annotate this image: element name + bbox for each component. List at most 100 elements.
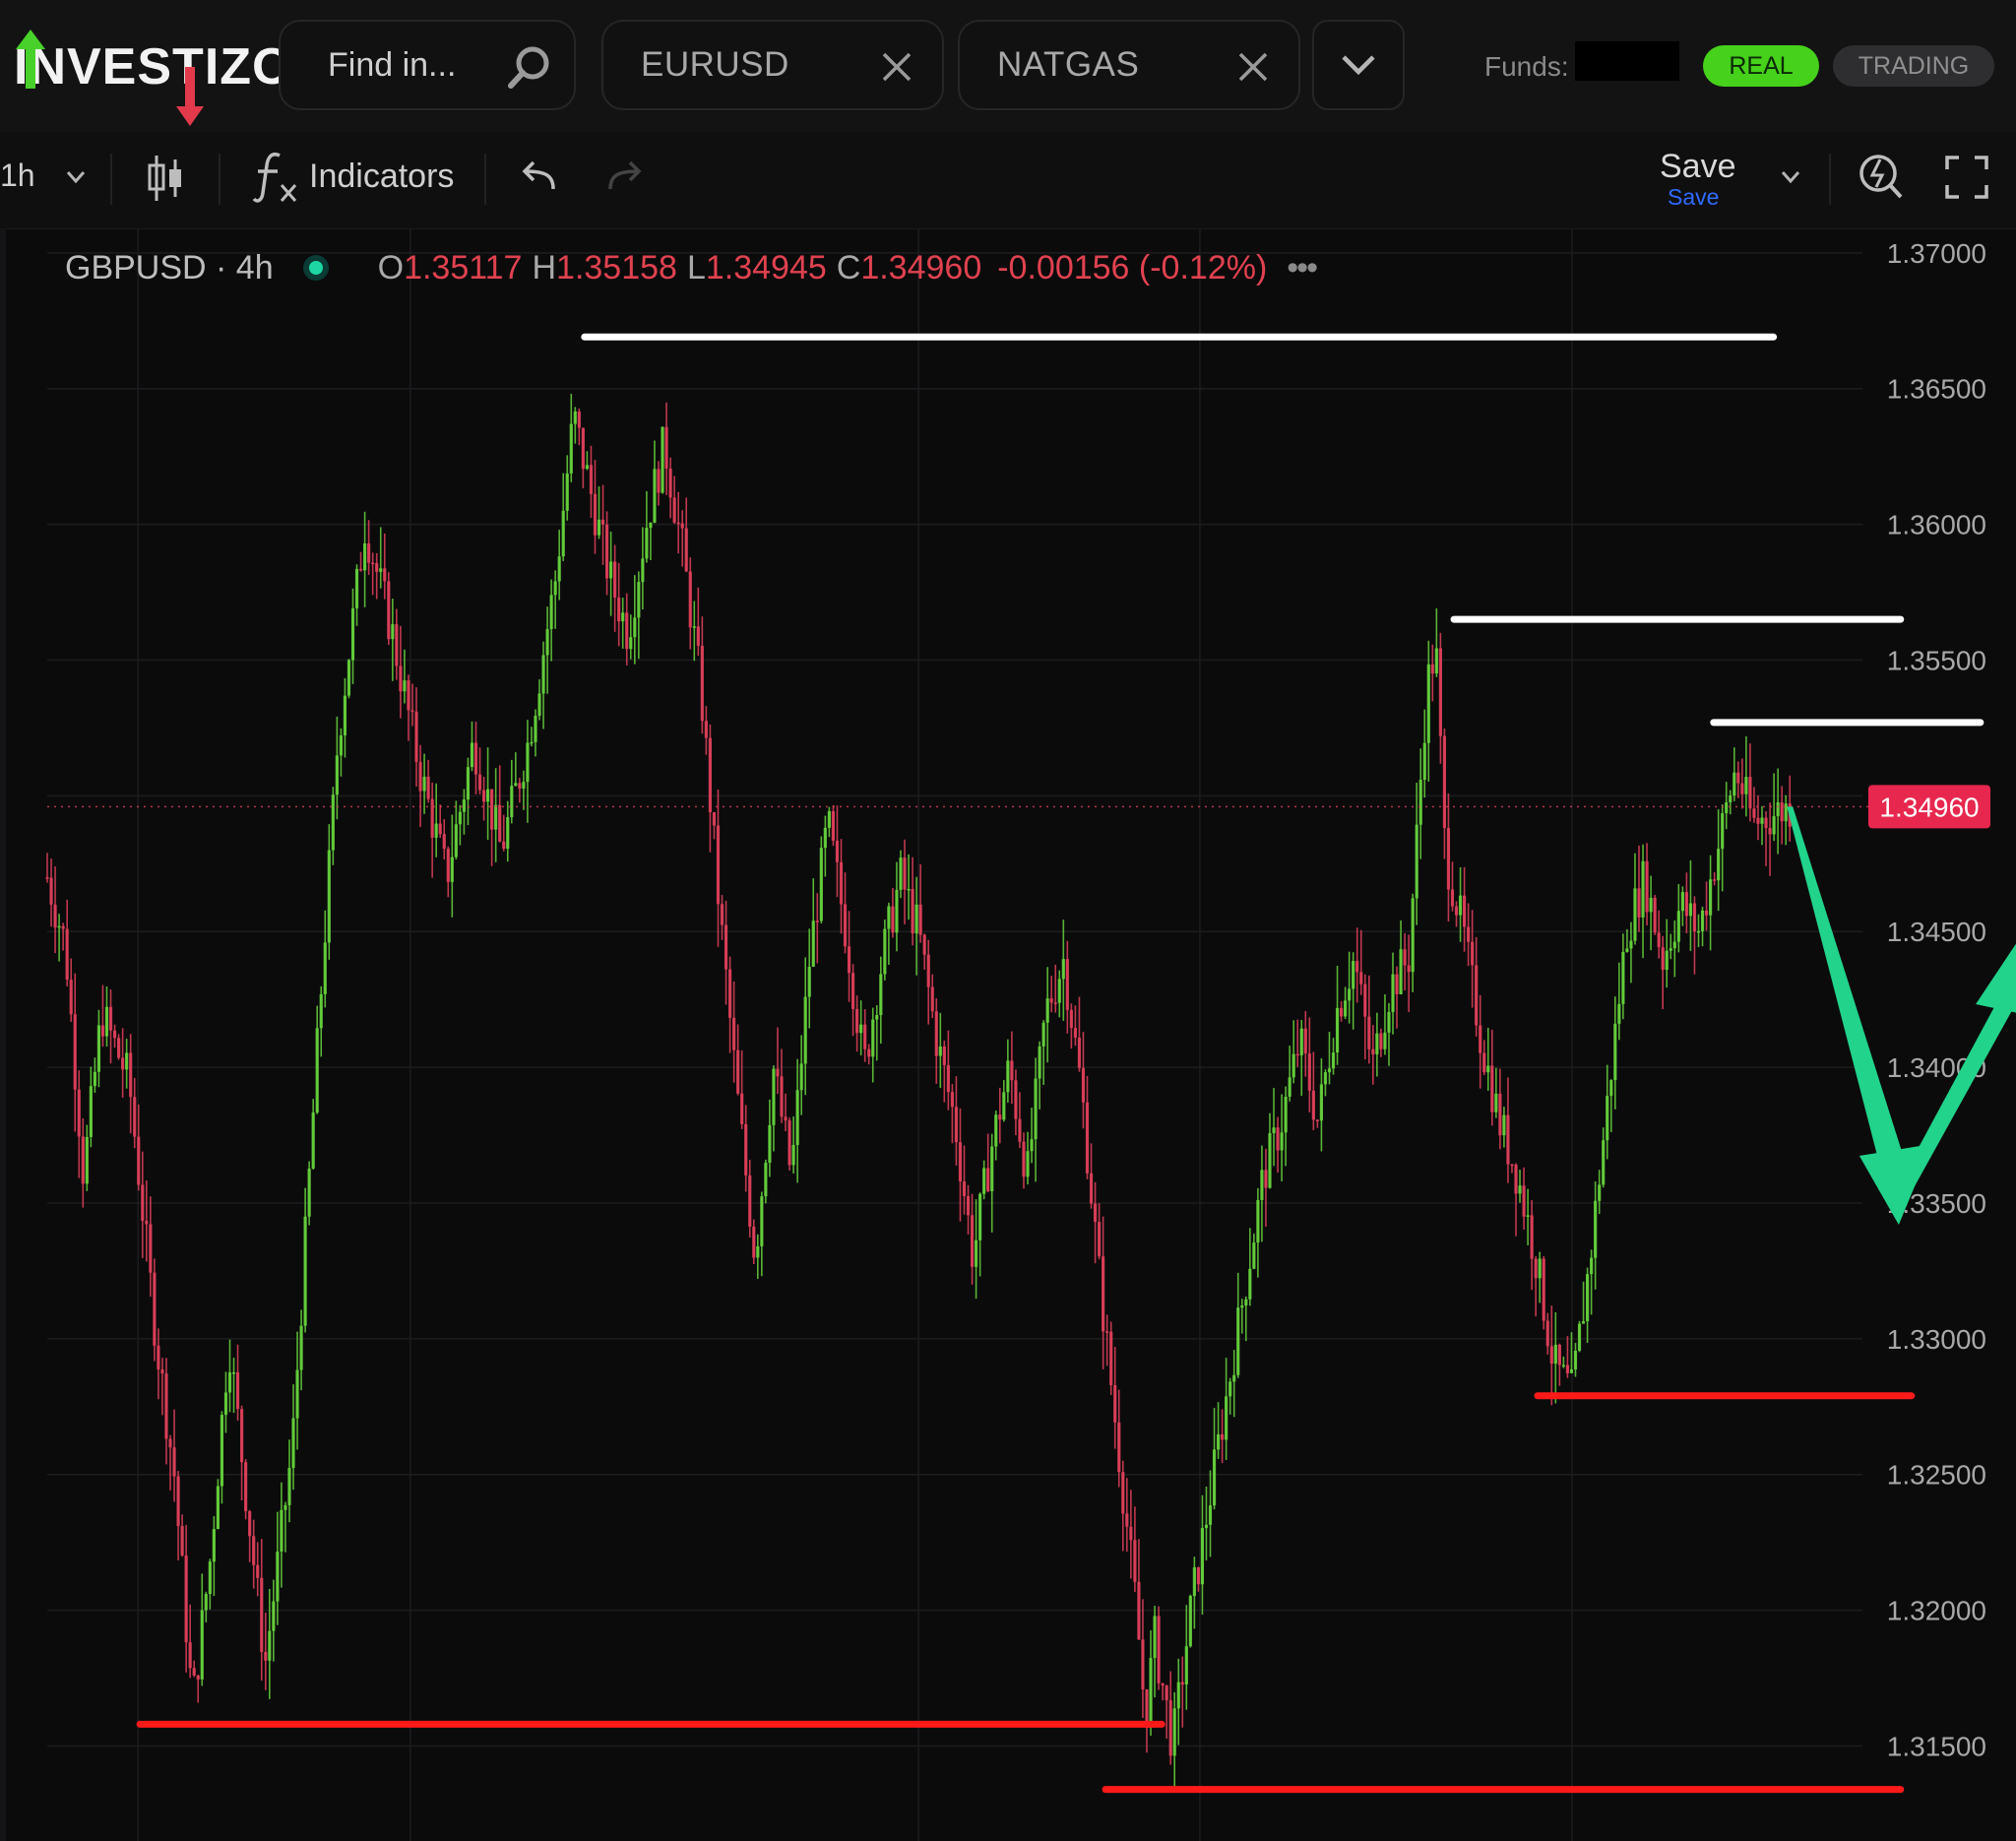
candle-up [350, 607, 355, 661]
candle-down [720, 904, 724, 925]
candle-down [1117, 1422, 1121, 1473]
candle-up [545, 628, 549, 656]
candle-up [549, 595, 553, 629]
candle-up [1760, 817, 1764, 824]
legend-symbol[interactable]: GBPUSD · 4h [65, 249, 274, 287]
candle-up [1641, 860, 1645, 918]
projection-up-leg [1892, 990, 2016, 1198]
chevron-down-icon[interactable] [1780, 169, 1801, 185]
candle-down [164, 1373, 168, 1439]
candle-up [1585, 1274, 1590, 1322]
candle-up [1248, 1268, 1252, 1300]
close-icon[interactable] [881, 51, 913, 83]
candle-down [108, 1006, 113, 1031]
candle-up [994, 1114, 998, 1147]
logo-text: INVESTIZO [14, 38, 293, 95]
candle-up [1057, 979, 1061, 1003]
candle-down [1475, 965, 1479, 1026]
candle-down [1479, 1025, 1482, 1053]
search-box[interactable]: Find in... [279, 20, 576, 110]
candle-down [1077, 1037, 1082, 1068]
candle-up [541, 655, 545, 694]
indicators-button[interactable]: Indicators [309, 158, 454, 196]
candle-down [1141, 1639, 1145, 1689]
candle-up [1458, 895, 1463, 916]
candle-down [664, 426, 668, 469]
candle-down [788, 1120, 791, 1166]
candle-down [239, 1409, 244, 1463]
chart-legend: GBPUSD · 4h O 1.35117 H 1.35158 L 1.34945 C… [65, 248, 1318, 287]
candle-down [891, 906, 895, 933]
candle-down [438, 823, 442, 835]
candle-down [1311, 1090, 1315, 1120]
candle-down [153, 1272, 157, 1346]
undo-icon[interactable] [518, 159, 557, 193]
candlestick-type-icon[interactable] [146, 154, 185, 203]
candle-down [593, 493, 598, 536]
candle-up [756, 1245, 760, 1258]
candle-down [168, 1438, 172, 1448]
save-button[interactable]: Save [1660, 148, 1736, 186]
tabs-dropdown-button[interactable] [1312, 20, 1405, 110]
candle-down [740, 1093, 744, 1124]
candle-down [1295, 1053, 1299, 1056]
candle-down [839, 861, 844, 905]
redo-icon[interactable] [606, 159, 646, 193]
candle-down [1557, 1344, 1561, 1365]
price-chart[interactable]: 1.370001.365001.360001.355001.350001.345… [0, 228, 2016, 1841]
candle-up [803, 996, 807, 1064]
tab-natgas[interactable]: NATGAS [958, 20, 1300, 110]
price-axis-label: 1.32500 [1887, 1460, 1986, 1491]
candle-down [149, 1224, 153, 1273]
candle-down [1125, 1513, 1129, 1527]
projection-up-arrowhead [1976, 943, 2016, 1013]
function-icon[interactable] [252, 150, 299, 205]
candle-down [1264, 1170, 1268, 1188]
candle-down [926, 954, 930, 987]
candle-up [514, 783, 518, 787]
candle-up [795, 1090, 799, 1145]
candle-up [57, 925, 61, 928]
tab-eurusd[interactable]: EURUSD [601, 20, 944, 110]
candle-down [248, 1511, 252, 1537]
price-axis-label: 1.33000 [1887, 1324, 1986, 1355]
candle-down [1467, 926, 1471, 942]
search-input[interactable]: Find in... [328, 46, 456, 85]
candle-up [462, 799, 467, 812]
candle-down [371, 562, 375, 565]
candle-up [1708, 879, 1713, 916]
candle-up [1494, 1093, 1498, 1112]
candle-up [1672, 941, 1676, 949]
candle-up [280, 1509, 284, 1552]
chevron-down-icon[interactable] [65, 169, 87, 185]
candle-down [1113, 1384, 1117, 1423]
candle-down [589, 465, 594, 494]
candle-down [704, 721, 708, 738]
candle-down [69, 980, 73, 1015]
candle-up [212, 1529, 216, 1562]
candle-down [1645, 860, 1649, 913]
candle-up [907, 888, 911, 891]
candle-down [1430, 664, 1434, 674]
close-icon[interactable] [1237, 51, 1269, 83]
quick-search-icon[interactable] [1857, 150, 1904, 201]
candle-up [537, 693, 541, 717]
candle-down [1089, 1173, 1094, 1204]
real-mode-button[interactable]: REAL [1703, 45, 1819, 87]
trading-mode-button[interactable]: TRADING [1833, 45, 1994, 87]
candle-up [96, 1025, 101, 1072]
more-icon[interactable]: ••• [1287, 249, 1318, 287]
search-icon[interactable] [505, 43, 552, 91]
candle-up [1026, 1151, 1030, 1177]
candle-up [561, 510, 565, 557]
timeframe-selector[interactable]: 1h [0, 158, 35, 194]
candle-up [629, 637, 633, 650]
fullscreen-icon[interactable] [1945, 156, 1988, 199]
candle-down [1740, 783, 1744, 794]
candle-down [1105, 1331, 1109, 1333]
logo[interactable]: INVESTIZO [14, 28, 293, 126]
candle-up [200, 1610, 204, 1680]
legend-open: 1.35117 [404, 248, 523, 286]
candle-down [1367, 1016, 1371, 1049]
candle-down [581, 427, 585, 470]
